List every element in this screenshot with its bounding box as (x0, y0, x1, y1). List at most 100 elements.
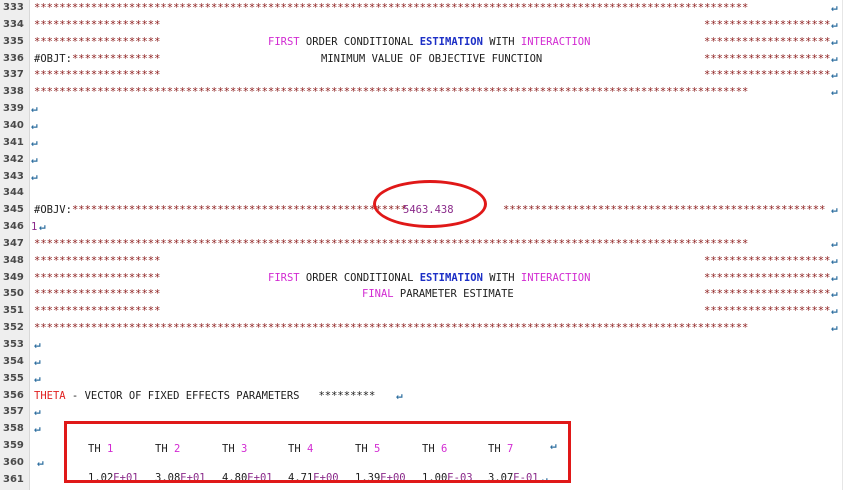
return-arrow-icon: ↵ (831, 287, 838, 301)
asterisk-block-left: ******************** (34, 69, 161, 82)
highlight-ellipse (373, 180, 487, 228)
line-number: 354 (3, 355, 24, 367)
subtitle-final: FINAL (362, 288, 394, 301)
line-number: 333 (3, 2, 24, 13)
return-arrow-icon: ↵ (831, 1, 838, 14)
asterisk-block-right: ******************** (704, 69, 831, 82)
return-arrow-icon: ↵ (831, 85, 838, 99)
line-number: 356 (3, 389, 24, 401)
objv-stars-left: ****************************************… (71, 204, 407, 217)
return-arrow-icon: ↵ (831, 34, 838, 48)
return-arrow-icon: ↵ (34, 354, 41, 368)
section-heading: FIRST ORDER CONDITIONAL ESTIMATION WITH … (268, 36, 590, 49)
objv-label: #OBJV: (34, 204, 72, 217)
heading-estimation: ESTIMATION (419, 35, 483, 48)
line-number: 352 (3, 322, 24, 334)
objv-line: #OBJV:**********************************… (34, 204, 407, 217)
return-arrow-icon: ↵ (831, 51, 838, 65)
return-arrow-icon: ↵ (831, 17, 838, 31)
asterisk-block-left: ******************** (34, 305, 161, 318)
code-editor[interactable]: 333 334 335 336 337 338 339 340 341 342 343 344 345 3… (0, 0, 847, 490)
return-arrow-icon: ↵ (31, 135, 38, 149)
return-arrow-icon: ↵ (831, 270, 838, 284)
asterisk-block-right: ******************** (704, 288, 831, 301)
return-arrow-icon: ↵ (831, 236, 838, 250)
line-number: 345 (3, 204, 24, 216)
highlight-rectangle (64, 421, 571, 483)
return-arrow-icon: ↵ (31, 102, 38, 116)
line-number: 340 (3, 119, 24, 131)
asterisk-block-right: ******************** (704, 254, 831, 267)
objt-line: #OBJT:************** (34, 53, 160, 66)
asterisk-block-left: ******************** (34, 35, 161, 48)
line-number: 338 (3, 86, 24, 98)
return-arrow-icon: ↵ (31, 152, 38, 166)
heading-interaction: INTERACTION (520, 35, 591, 48)
line-number: 357 (3, 406, 24, 418)
line-number: 355 (3, 372, 24, 384)
heading-order-conditional: ORDER CONDITIONAL (299, 35, 420, 48)
line-number: 361 (3, 473, 24, 485)
line-number: 334 (3, 18, 24, 30)
final-estimate-subtitle: FINAL PARAMETER ESTIMATE (362, 288, 514, 301)
asterisk-block-right: ******************** (704, 271, 831, 284)
return-arrow-icon: ↵ (831, 68, 838, 82)
line-number: 350 (3, 288, 24, 300)
line-number: 342 (3, 153, 24, 165)
asterisk-border-line: ****************************************… (34, 86, 749, 99)
objt-stars: ************** (71, 52, 161, 65)
line-number: 346 (3, 221, 24, 233)
return-arrow-icon: ↵ (31, 169, 38, 183)
return-arrow-icon: ↵ (34, 405, 41, 419)
return-arrow-icon: ↵ (37, 455, 44, 469)
return-arrow-icon: ↵ (39, 220, 46, 234)
line-number: 339 (3, 103, 24, 115)
right-margin-guide (842, 0, 843, 490)
return-arrow-icon: ↵ (831, 203, 838, 217)
line-number: 359 (3, 440, 24, 452)
theta-description: - VECTOR OF FIXED EFFECTS PARAMETERS ***… (65, 389, 376, 402)
asterisk-border-line: ****************************************… (34, 2, 749, 14)
heading-first: FIRST (268, 35, 300, 48)
line-number: 353 (3, 339, 24, 350)
line-number: 351 (3, 305, 24, 317)
asterisk-block-right: ******************** (704, 305, 831, 318)
return-arrow-icon: ↵ (34, 338, 41, 351)
line-number: 344 (3, 187, 24, 199)
objt-label: #OBJT: (34, 52, 72, 65)
heading-estimation: ESTIMATION (419, 271, 483, 284)
line-number: 347 (3, 237, 24, 249)
asterisk-block-right: ******************** (704, 35, 831, 48)
line-number: 341 (3, 136, 24, 148)
objective-function-subtitle: MINIMUM VALUE OF OBJECTIVE FUNCTION (321, 52, 543, 65)
return-arrow-icon: ↵ (831, 304, 838, 318)
line-number: 349 (3, 271, 24, 283)
asterisk-block-right: ******************** (704, 18, 831, 31)
heading-with: WITH (482, 35, 521, 48)
asterisk-block-left: ******************** (34, 271, 161, 284)
asterisk-border-line: ****************************************… (34, 322, 749, 335)
line-number: 343 (3, 170, 24, 182)
asterisk-block-left: ******************** (34, 254, 161, 267)
return-arrow-icon: ↵ (396, 388, 403, 402)
asterisk-block-left: ******************** (34, 288, 161, 301)
heading-order-conditional: ORDER CONDITIONAL (299, 271, 420, 284)
theta-line: THETA - VECTOR OF FIXED EFFECTS PARAMETE… (34, 390, 375, 403)
heading-with: WITH (482, 271, 521, 284)
asterisk-block-right: ******************** (704, 52, 831, 65)
return-arrow-icon: ↵ (831, 253, 838, 267)
objv-stars-right: ****************************************… (503, 204, 826, 217)
line-prefix: 1 (31, 221, 38, 234)
line-number: 358 (3, 423, 24, 435)
line-number: 335 (3, 35, 24, 47)
subtitle-parameter-estimate: PARAMETER ESTIMATE (393, 288, 514, 301)
return-arrow-icon: ↵ (34, 371, 41, 385)
line-number: 336 (3, 52, 24, 64)
heading-interaction: INTERACTION (520, 271, 591, 284)
line-number: 360 (3, 456, 24, 468)
theta-word: THETA (34, 389, 66, 402)
asterisk-border-line: ****************************************… (34, 237, 749, 250)
section-heading: FIRST ORDER CONDITIONAL ESTIMATION WITH … (268, 272, 590, 285)
return-arrow-icon: ↵ (31, 118, 38, 132)
return-arrow-icon: ↵ (34, 422, 41, 436)
